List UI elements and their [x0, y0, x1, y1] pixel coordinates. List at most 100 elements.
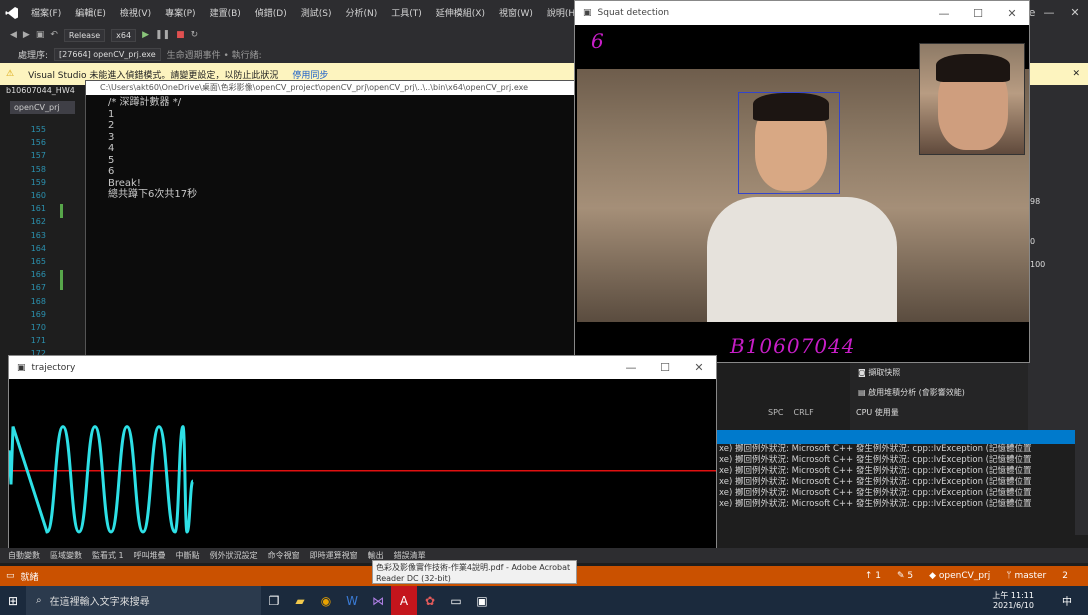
spc-label: SPC [768, 408, 784, 417]
config-dropdown[interactable]: Release [63, 28, 106, 42]
bottom-tab[interactable]: 即時運算視窗 [310, 550, 358, 561]
output-line: xe) 擲回例外狀況: Microsoft C++ 發生例外狀況: cpp::I… [719, 499, 1032, 509]
system-clock[interactable]: 上午 11:11 2021/6/10 [992, 591, 1062, 611]
continue-icon[interactable]: ▶ [142, 30, 149, 40]
chrome-icon[interactable]: ◉ [313, 586, 339, 615]
platform-dropdown[interactable]: x64 [111, 28, 137, 42]
taskbar-tooltip: 色彩及影像實作技術-作業4說明.pdf - Adobe Acrobat Read… [372, 560, 577, 584]
task-view-icon[interactable]: ❐ [261, 586, 287, 615]
menu-analyze[interactable]: 分析(N) [338, 6, 384, 19]
bottom-tab[interactable]: 中斷點 [176, 550, 200, 561]
file-explorer-icon[interactable]: ▰ [287, 586, 313, 615]
heap-label: 啟用堆積分析 (會影響效能) [868, 388, 965, 397]
line-number: 171 [30, 336, 46, 346]
bottom-tab[interactable]: 監看式 1 [92, 550, 124, 561]
maximize-icon[interactable]: ☐ [961, 7, 995, 20]
info-bar-link[interactable]: 停用同步 [292, 68, 328, 81]
bottom-tab[interactable]: 命令視窗 [268, 550, 300, 561]
menu-window[interactable]: 視窗(W) [492, 6, 540, 19]
pause-icon[interactable]: ❚❚ [155, 30, 170, 40]
info-close-icon[interactable]: ✕ [1072, 69, 1080, 79]
menu-edit[interactable]: 編輯(E) [68, 6, 113, 19]
push-count[interactable]: ↑ 1 [865, 571, 881, 581]
acrobat-icon[interactable]: A [391, 586, 417, 615]
cpu-usage-label: CPU 使用量 [856, 408, 899, 417]
trajectory-chart [7, 425, 716, 534]
menu-test[interactable]: 測試(S) [294, 6, 339, 19]
line-number: 168 [30, 296, 46, 306]
process-dropdown[interactable]: [27664] openCV_prj.exe [54, 47, 161, 61]
console-title: C:\Users\akt60\OneDrive\桌面\色彩影像\openCV_p… [86, 81, 576, 95]
bottom-tab[interactable]: 自動變數 [8, 550, 40, 561]
close-icon[interactable]: ✕ [995, 7, 1029, 20]
crlf-label: CRLF [793, 408, 814, 417]
close-icon[interactable]: ✕ [682, 361, 716, 374]
close-icon[interactable]: ✕ [1062, 0, 1088, 25]
opencv-window-icon[interactable]: ▣ [469, 586, 495, 615]
line-number: 167 [30, 283, 46, 293]
bottom-tab[interactable]: 例外狀況設定 [210, 550, 258, 561]
clock-date: 2021/6/10 [992, 600, 1034, 610]
word-icon[interactable]: W [339, 586, 365, 615]
restart-icon[interactable]: ↻ [191, 30, 199, 40]
status-ready: 就緒 [20, 572, 39, 583]
undo-icon[interactable]: ↶ [50, 30, 58, 40]
repo-name[interactable]: ◆ openCV_prj [929, 571, 990, 581]
stop-icon[interactable]: ■ [176, 30, 185, 40]
snapshot-label: 擷取快照 [868, 368, 901, 377]
visual-studio-icon[interactable]: ⋈ [365, 586, 391, 615]
taskbar-search[interactable]: ⌕ 在這裡輸入文字來搜尋 [26, 586, 261, 615]
trajectory-series-line [7, 425, 195, 534]
output-header [715, 432, 1075, 444]
branch-name[interactable]: ᛘ master [1006, 571, 1046, 581]
line-number: 155 [30, 125, 46, 134]
console-icon[interactable]: ▭ [443, 586, 469, 615]
menu-view[interactable]: 檢視(V) [113, 6, 158, 19]
line-number: 170 [30, 323, 46, 332]
squat-detection-window[interactable]: ▣ Squat detection — ☐ ✕ 6 B10607044 [574, 0, 1030, 363]
bottom-tab[interactable]: 呼叫堆疊 [134, 550, 166, 561]
windows-start-icon[interactable]: ⊞ [0, 586, 26, 615]
menu-project[interactable]: 專案(P) [158, 6, 202, 19]
edit-count[interactable]: ✎ 5 [897, 571, 913, 581]
menu-tools[interactable]: 工具(T) [384, 6, 429, 19]
output-pane: xe) 擲回例外狀況: Microsoft C++ 發生例外狀況: cpp::I… [715, 430, 1075, 548]
trajectory-window[interactable]: ▣ trajectory — ☐ ✕ [7, 355, 717, 550]
editor-status-strip: SPC CRLF [768, 408, 814, 417]
console-window[interactable]: C:\Users\akt60\OneDrive\桌面\色彩影像\openCV_p… [85, 80, 577, 370]
student-id-label: B10607044 [730, 334, 856, 358]
bottom-tab[interactable]: 區域變數 [50, 550, 82, 561]
minimize-icon[interactable]: — [614, 361, 648, 374]
change-marker [60, 204, 63, 219]
project-dropdown[interactable]: openCV_prj [10, 101, 75, 114]
console-line: 總共蹲下6次共17秒 [108, 189, 198, 200]
menu-file[interactable]: 檔案(F) [24, 6, 68, 19]
output-line: xe) 擲回例外狀況: Microsoft C++ 發生例外狀況: cpp::I… [719, 466, 1032, 476]
minimize-icon[interactable]: — [927, 7, 961, 20]
menu-extensions[interactable]: 延伸模組(X) [429, 6, 492, 19]
paint-icon[interactable]: ✿ [417, 586, 443, 615]
line-number: 157 [30, 151, 46, 161]
save-icon[interactable]: ▣ [36, 30, 45, 40]
maximize-icon[interactable]: ☐ [648, 361, 682, 374]
camera-icon: ◙ [858, 368, 866, 377]
notification-badge[interactable]: 2 [1062, 571, 1068, 581]
ime-indicator[interactable]: 中 [1062, 593, 1072, 608]
side-value-98: 98 [1030, 197, 1041, 206]
minimize-icon[interactable]: — [1036, 0, 1062, 25]
info-bar-text: Visual Studio 未能進入偵錯模式。請變更設定，以防止此狀況 [28, 70, 279, 81]
heap-icon: ▤ [858, 388, 866, 397]
back-icon[interactable]: ◀ [10, 30, 17, 40]
panel-menu-snapshot[interactable]: ◙ 擷取快照 [858, 367, 900, 378]
forward-icon[interactable]: ▶ [23, 30, 30, 40]
visual-studio-logo-icon [0, 0, 24, 25]
window-icon: ▣ [17, 362, 26, 373]
face-thumbnail [919, 43, 1025, 155]
menu-build[interactable]: 建置(B) [203, 6, 248, 19]
line-number: 162 [30, 217, 46, 227]
line-number: 166 [30, 270, 46, 280]
line-number: 159 [30, 177, 46, 187]
document-tab[interactable]: b10607044_HW4 [6, 86, 75, 95]
panel-menu-heap[interactable]: ▤ 啟用堆積分析 (會影響效能) [858, 387, 965, 398]
menu-debug[interactable]: 偵錯(D) [248, 6, 294, 19]
